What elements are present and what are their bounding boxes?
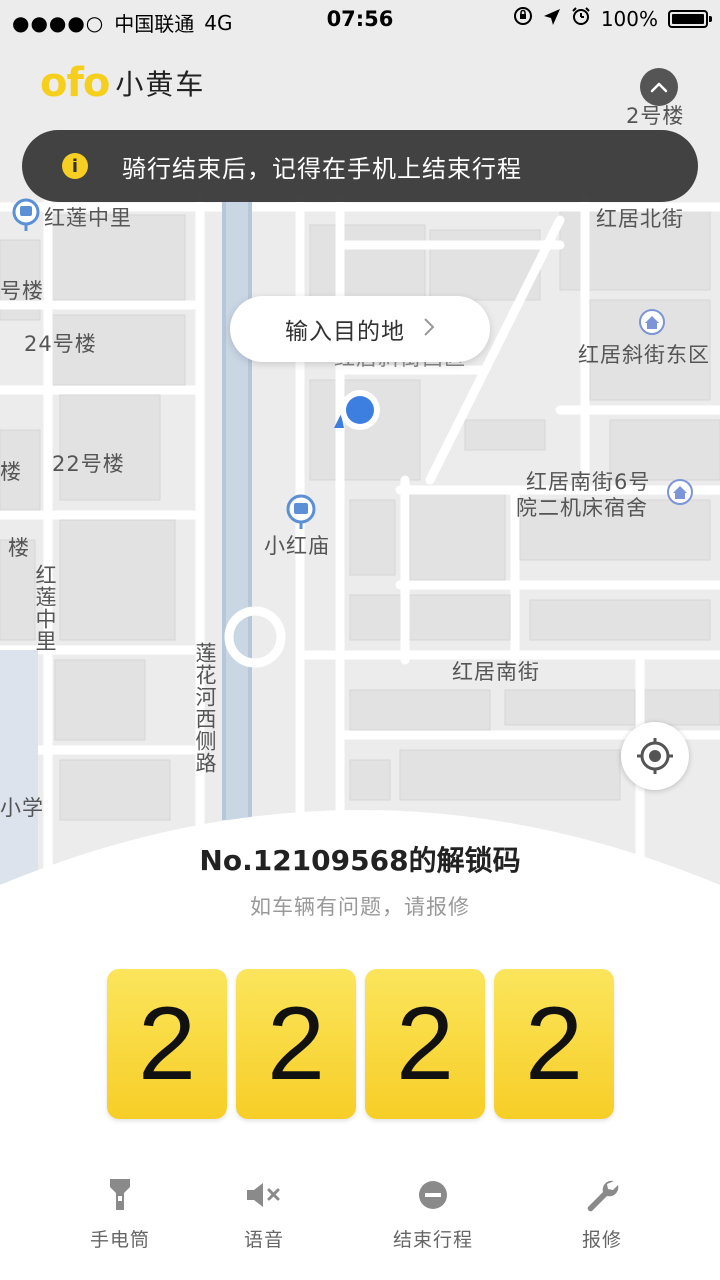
code-digit: 2 xyxy=(107,969,227,1119)
flashlight-icon xyxy=(107,1177,133,1213)
map-label-honglian-zhongli-vertical: 红莲中里 xyxy=(33,564,57,652)
map-label-hongju-beijie: 红居北街 xyxy=(596,207,684,231)
alarm-icon xyxy=(571,6,591,31)
bottom-toolbar: 手电筒 语音 结束行程 报修 xyxy=(0,1177,720,1257)
logo-ofo: ofo xyxy=(40,60,110,106)
locate-me-button[interactable] xyxy=(621,722,689,790)
wrench-icon xyxy=(584,1177,620,1213)
flashlight-label: 手电筒 xyxy=(89,1229,150,1251)
battery-icon xyxy=(668,9,712,28)
map-label-hongju-xiejie-east: 红居斜街东区 xyxy=(578,343,710,367)
map-label-building-edge2: 楼 xyxy=(8,536,30,560)
map-label-building-24: 24号楼 xyxy=(24,332,97,356)
unlock-subtitle: 如车辆有问题，请报修 xyxy=(250,895,470,919)
unlock-code: 2 2 2 2 xyxy=(107,969,614,1119)
tip-banner: i 骑行结束后，记得在手机上结束行程 xyxy=(22,130,698,202)
map-label-honglian-zhongli: 红莲中里 xyxy=(44,206,132,230)
minus-circle-icon xyxy=(417,1177,449,1213)
tip-text: 骑行结束后，记得在手机上结束行程 xyxy=(122,154,522,183)
unlock-panel: No.12109568的解锁码 如车辆有问题，请报修 2 2 2 2 手电筒 语… xyxy=(0,795,720,1280)
unlock-code-title: No.12109568的解锁码 xyxy=(199,844,521,877)
chevron-up-icon xyxy=(650,82,668,93)
voice-button[interactable]: 语音 xyxy=(184,1177,344,1252)
map-label-xiaohongmiao: 小红庙 xyxy=(264,534,330,558)
repair-button[interactable]: 报修 xyxy=(522,1177,682,1252)
chevron-right-icon xyxy=(423,317,435,341)
logo-app-name: 小黄车 xyxy=(115,68,206,101)
speaker-mute-icon xyxy=(245,1177,283,1213)
map-label-building-edge1: 楼 xyxy=(0,460,22,484)
code-digit: 2 xyxy=(365,969,485,1119)
map-label-hongju-nanjie-6b: 院二机床宿舍 xyxy=(516,496,648,520)
end-trip-label: 结束行程 xyxy=(392,1229,473,1251)
code-digit: 2 xyxy=(236,969,356,1119)
map-label-lianhuahe-west-road: 莲花河西侧路 xyxy=(193,642,217,774)
flashlight-button[interactable]: 手电筒 xyxy=(40,1177,200,1252)
repair-label: 报修 xyxy=(581,1229,622,1251)
info-icon: i xyxy=(62,153,88,179)
app-logo: ofo 小黄车 xyxy=(40,60,205,106)
crosshair-icon xyxy=(637,738,673,774)
map-label-hongju-nanjie: 红居南街 xyxy=(452,660,540,684)
battery-percent: 100% xyxy=(600,6,658,31)
destination-label: 输入目的地 xyxy=(285,319,405,345)
voice-label: 语音 xyxy=(243,1229,284,1251)
end-trip-button[interactable]: 结束行程 xyxy=(353,1177,513,1252)
collapse-button[interactable] xyxy=(640,68,678,106)
location-arrow-icon xyxy=(543,7,561,31)
rotation-lock-icon xyxy=(513,6,533,31)
map-label-building-left: 号楼 xyxy=(0,279,44,303)
status-bar: ●●●●○ 中国联通 4G 07:56 100% xyxy=(0,0,720,38)
map-label-building-22: 22号楼 xyxy=(52,452,125,476)
code-digit: 2 xyxy=(494,969,614,1119)
destination-input-button[interactable]: 输入目的地 xyxy=(230,296,490,362)
